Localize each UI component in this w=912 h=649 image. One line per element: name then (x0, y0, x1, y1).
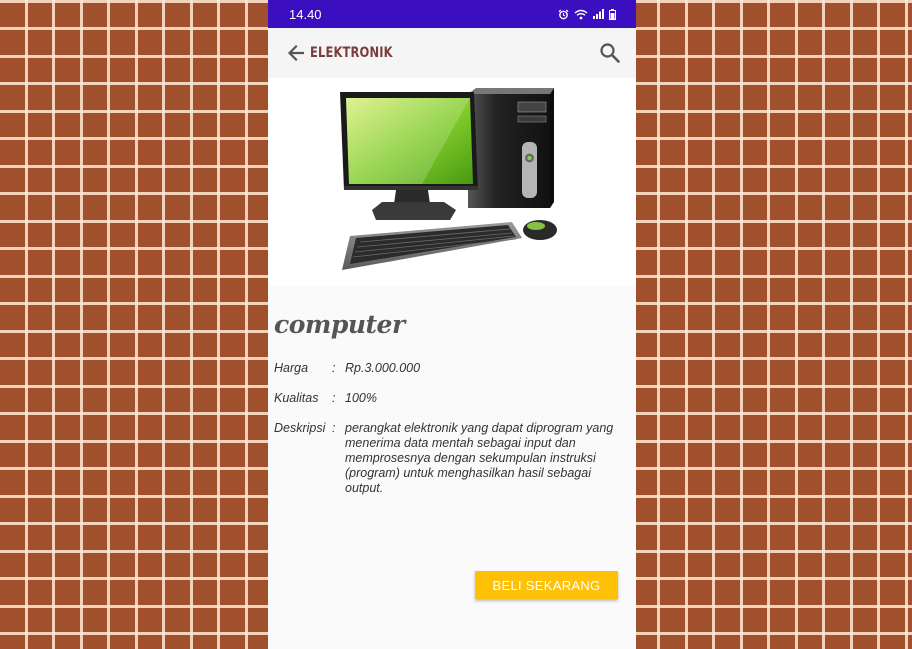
description-separator: : (332, 421, 336, 435)
status-icons (558, 8, 616, 20)
description-label: Deskripsi (274, 421, 326, 435)
product-details: computer Harga : Rp.3.000.000 Kualitas :… (268, 286, 636, 496)
status-time: 14.40 (289, 6, 322, 22)
product-name: computer (274, 310, 405, 339)
signal-icon (593, 9, 604, 19)
quality-label: Kualitas (274, 391, 319, 405)
arrow-left-icon[interactable] (286, 43, 306, 63)
buy-now-button[interactable]: BELI SEKARANG (475, 571, 618, 599)
phone-screen: 14.40 ELEKTRONIK computer Harga: Rp.3.0… (268, 0, 636, 649)
price-label: Harga (274, 361, 309, 375)
search-icon[interactable] (598, 41, 622, 65)
description-row: Deskripsi : perangkat elektronik yang da… (274, 421, 628, 496)
quality-value: 100% (345, 391, 377, 405)
page-title: ELEKTRONIK (310, 45, 393, 61)
product-image-container (268, 78, 636, 286)
price-row: Harga : Rp.3.000.000 (274, 361, 628, 376)
price-separator: : (332, 361, 336, 375)
quality-row: Kualitas : 100% (274, 391, 628, 406)
status-bar: 14.40 (268, 0, 636, 28)
computer-image (340, 88, 557, 270)
alarm-icon (558, 8, 569, 19)
price-value: Rp.3.000.000 (345, 361, 421, 375)
wifi-icon (574, 9, 588, 19)
app-bar: ELEKTRONIK (268, 28, 636, 78)
description-value: perangkat elektronik yang dapat diprogra… (345, 421, 614, 495)
quality-separator: : (332, 391, 336, 405)
battery-icon (609, 8, 616, 20)
